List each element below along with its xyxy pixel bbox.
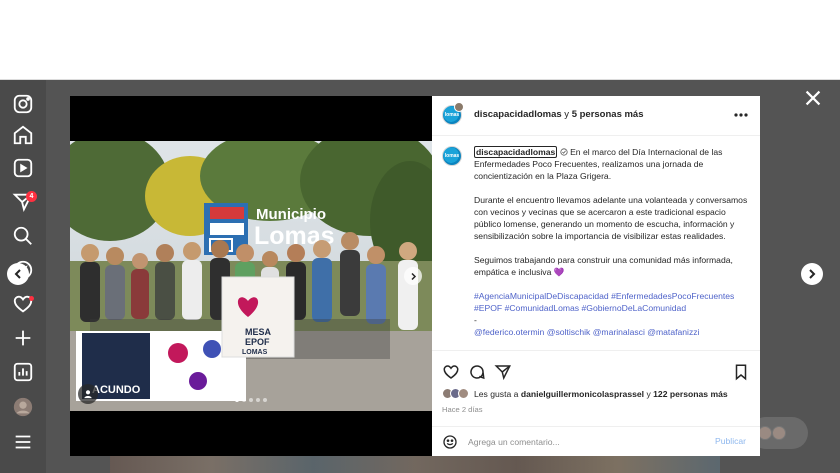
post-media: Municipio Lomas ACUNDO MESA EPOF LOMAS	[70, 96, 432, 456]
caption-body: discapacidadlomas En el marco del Día In…	[474, 146, 752, 338]
caption-paragraph-3: Seguimos trabajando para construir una c…	[474, 255, 733, 277]
carousel-dots	[235, 398, 267, 402]
caption-username[interactable]: discapacidadlomas	[474, 146, 558, 158]
previous-post-button[interactable]	[7, 263, 29, 285]
likes-others[interactable]: 122 personas más	[653, 389, 728, 399]
notification-dot	[29, 296, 34, 301]
close-icon[interactable]	[802, 87, 824, 109]
comment-icon[interactable]	[468, 363, 486, 381]
emoji-icon[interactable]	[442, 434, 458, 450]
likes-prefix: Les gusta a	[474, 388, 519, 399]
reels-icon[interactable]	[11, 156, 35, 180]
comment-box: Publicar	[432, 426, 760, 456]
authors-conjunction: y	[564, 109, 570, 120]
search-icon[interactable]	[11, 224, 35, 248]
post-timestamp[interactable]: Hace 2 días	[442, 405, 483, 414]
author-username[interactable]: discapacidadlomas	[474, 109, 562, 120]
liker-avatar	[458, 388, 469, 399]
post-photo: Municipio Lomas ACUNDO MESA EPOF LOMAS	[70, 141, 432, 411]
hashtags[interactable]: #AgenciaMunicipalDeDiscapacidad #Enferme…	[474, 290, 752, 314]
chevron-right-icon	[809, 269, 816, 279]
verified-icon	[560, 148, 568, 156]
collaborators-link[interactable]: 5 personas más	[572, 109, 644, 120]
banner-lomas-text: LOMAS	[242, 349, 268, 356]
more-icon	[734, 113, 748, 117]
post-caption: lomas discapacidadlomas En el marco del …	[432, 136, 760, 350]
likes-conjunction: y	[646, 388, 651, 399]
tagged-users-icon[interactable]	[78, 384, 98, 404]
notifications-badge: 4	[26, 191, 37, 202]
caption-paragraph-2: Durante el encuentro llevamos adelante u…	[474, 195, 748, 241]
post-authors: discapacidadlomas y 5 personas más	[474, 109, 644, 120]
banner-epof-text: EPOF	[245, 337, 270, 347]
chevron-left-icon	[14, 269, 21, 279]
banner-mesa-text: MESA	[245, 327, 272, 337]
sign-municipio-text: Municipio	[256, 206, 326, 223]
menu-icon[interactable]	[11, 430, 35, 454]
tagged-users[interactable]: @federico.otermin @soltischik @marinalas…	[474, 326, 752, 338]
create-icon[interactable]	[11, 326, 35, 350]
chevron-right-icon	[410, 272, 416, 280]
post-comment-button[interactable]: Publicar	[715, 436, 746, 446]
more-options-button[interactable]	[732, 108, 750, 122]
next-post-button[interactable]	[801, 263, 823, 285]
purple-heart-emoji: 💜	[553, 267, 565, 277]
avatar-text: lomas	[444, 153, 460, 159]
likes-user[interactable]: danielguillermonicolasprassel	[521, 389, 644, 399]
post-header: lomas discapacidadlomas y 5 personas más	[432, 96, 760, 136]
collaborator-avatar	[454, 102, 464, 112]
caption-avatar[interactable]: lomas	[442, 146, 462, 166]
feed-background-strip	[110, 455, 720, 473]
save-icon[interactable]	[732, 363, 750, 381]
avatar-text: lomas	[444, 112, 460, 118]
home-icon[interactable]	[11, 123, 35, 147]
like-icon[interactable]	[442, 363, 460, 381]
profile-icon[interactable]	[11, 395, 35, 419]
banner-acundo-text: ACUNDO	[92, 384, 141, 396]
likes-summary: Les gusta a danielguillermonicolasprasse…	[442, 388, 728, 399]
caption-dash: -	[474, 315, 477, 325]
comment-input[interactable]	[468, 433, 708, 451]
post-actions: Les gusta a danielguillermonicolasprasse…	[432, 350, 760, 420]
share-icon[interactable]	[494, 363, 512, 381]
post-details-panel: lomas discapacidadlomas y 5 personas más…	[432, 96, 760, 456]
browser-top-area	[0, 0, 840, 80]
dashboard-icon[interactable]	[11, 360, 35, 384]
photo-next-button[interactable]	[404, 267, 422, 285]
instagram-icon[interactable]	[11, 92, 35, 116]
